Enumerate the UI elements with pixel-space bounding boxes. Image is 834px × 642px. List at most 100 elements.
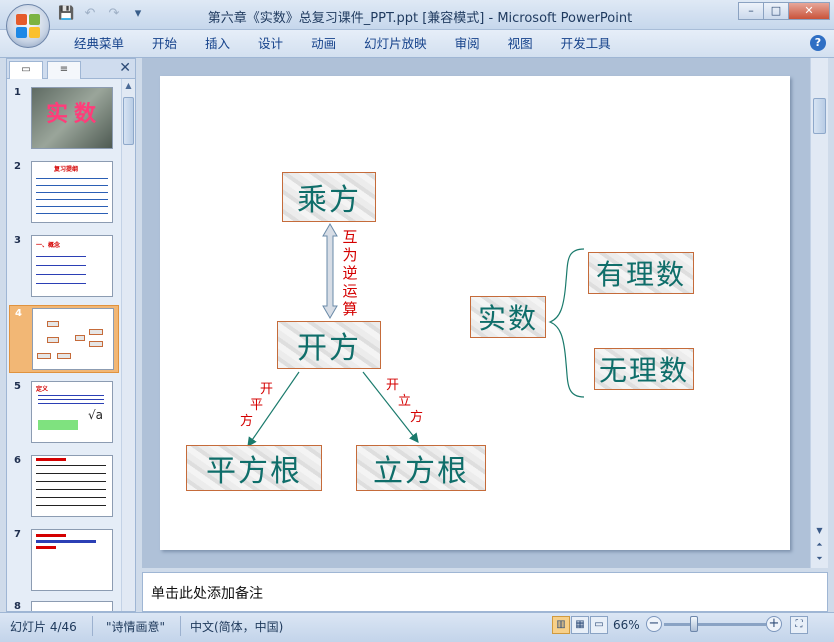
slide-title: 一、概念: [36, 242, 61, 249]
title-bar: 💾 ↶ ↷ ▾ 第六章《实数》总复习课件_PPT.ppt [兼容模式] - Mi…: [0, 0, 834, 48]
node-youlishu[interactable]: 有理数: [588, 252, 694, 294]
brace-icon: [548, 248, 585, 398]
slide-number: 4: [15, 308, 22, 319]
tab-classic-menu[interactable]: 经典菜单: [60, 36, 138, 52]
minimize-button[interactable]: –: [738, 2, 764, 20]
close-button[interactable]: ✕: [788, 2, 830, 20]
relation-char: 运: [342, 282, 358, 300]
slide-thumbnail-1[interactable]: 1 实数: [9, 85, 119, 153]
editor-scrollbar[interactable]: ▼ ⏶ ⏷: [810, 58, 828, 568]
slide-preview: 一、概念: [31, 235, 113, 297]
notes-placeholder: 单击此处添加备注: [151, 586, 263, 602]
fit-window-icon[interactable]: ⛶: [790, 616, 808, 634]
slide-number: 6: [14, 455, 21, 466]
scroll-thumb[interactable]: [813, 98, 826, 134]
slide-preview: 复习提纲: [31, 161, 113, 223]
language-indicator[interactable]: 中文(简体，中国): [190, 618, 283, 635]
zoom-slider-knob[interactable]: [690, 616, 698, 632]
slide-preview: [31, 529, 113, 591]
redo-icon[interactable]: ↷: [106, 6, 122, 22]
notes-pane[interactable]: 单击此处添加备注: [142, 572, 828, 612]
tab-developer[interactable]: 开发工具: [547, 36, 625, 52]
next-slide-icon[interactable]: ⏷: [812, 552, 827, 566]
tab-slide-show[interactable]: 幻灯片放映: [350, 36, 441, 52]
ribbon: 经典菜单 开始 插入 设计 动画 幻灯片放映 审阅 视图 开发工具 ?: [0, 30, 834, 58]
slide-preview: 实数: [31, 87, 113, 149]
slide-number: 7: [14, 529, 21, 540]
slide-number: 5: [14, 381, 21, 392]
slide-thumbnail-7[interactable]: 7: [9, 527, 119, 595]
previous-slide-icon[interactable]: ⏶: [812, 538, 827, 552]
ribbon-tabs: 经典菜单 开始 插入 设计 动画 幻灯片放映 审阅 视图 开发工具: [60, 36, 625, 52]
scroll-up-icon[interactable]: ▲: [122, 79, 135, 93]
relation-char: 互: [342, 228, 358, 246]
node-shishu[interactable]: 实数: [470, 296, 546, 338]
slide-counter: 幻灯片 4/46: [10, 620, 77, 634]
relation-char: 为: [342, 246, 358, 264]
customize-toolbar-icon[interactable]: ▾: [130, 6, 146, 22]
slide-number: 2: [14, 161, 21, 172]
node-chengfang[interactable]: 乘方: [282, 172, 376, 222]
edge-char: 方: [240, 414, 254, 429]
divider: [92, 616, 93, 636]
slide-canvas[interactable]: 乘方 开方 平方根 立方根 实数 有理数 无理数 互 为 逆 运 算 开 平 方…: [160, 76, 790, 550]
slides-pane-scrollbar[interactable]: ▲: [121, 79, 135, 611]
relation-char: 逆: [342, 264, 358, 282]
slide-thumbnail-5[interactable]: 5 定义 √a: [9, 379, 119, 447]
text-lines: [36, 250, 86, 286]
node-wulishu[interactable]: 无理数: [594, 348, 694, 390]
tab-view[interactable]: 视图: [494, 36, 547, 52]
slide-thumbnail-4[interactable]: 4: [9, 305, 119, 373]
quick-access-toolbar: 💾 ↶ ↷ ▾: [58, 6, 146, 22]
slide-title: 实数: [46, 101, 103, 127]
slides-pane: ▭ ≡ ✕ 1 实数 2 复习提纲 3 一、概念 4 5 定义 √a 6 7 8…: [6, 58, 136, 612]
window-title: 第六章《实数》总复习课件_PPT.ppt [兼容模式] - Microsoft …: [207, 11, 633, 26]
slide-number: 1: [14, 87, 21, 98]
pane-tabs: ▭ ≡ ✕: [7, 59, 135, 79]
zoom-out-icon[interactable]: −: [646, 616, 662, 632]
undo-icon[interactable]: ↶: [82, 6, 98, 22]
slide-thumbnail-3[interactable]: 3 一、概念: [9, 233, 119, 301]
node-pingfanggen[interactable]: 平方根: [186, 445, 322, 491]
tab-insert[interactable]: 插入: [191, 36, 244, 52]
tab-design[interactable]: 设计: [244, 36, 297, 52]
slides-tab-icon[interactable]: ▭: [9, 61, 43, 79]
node-lifanggen[interactable]: 立方根: [356, 445, 486, 491]
slide-thumbnail-2[interactable]: 2 复习提纲: [9, 159, 119, 227]
edge-char: 方: [410, 410, 424, 425]
slide-preview: 定义 √a: [31, 381, 113, 443]
outline-tab-icon[interactable]: ≡: [47, 61, 81, 79]
zoom-level[interactable]: 66%: [613, 618, 640, 632]
normal-view-icon[interactable]: ▥: [552, 616, 570, 634]
slide-preview: [32, 308, 114, 370]
office-logo-icon: [16, 14, 40, 38]
office-button[interactable]: [6, 4, 50, 48]
scroll-down-icon[interactable]: ▼: [812, 524, 827, 538]
help-icon[interactable]: ?: [810, 35, 826, 51]
tab-animations[interactable]: 动画: [297, 36, 350, 52]
tab-review[interactable]: 审阅: [441, 36, 494, 52]
double-arrow-icon: [322, 223, 338, 319]
slide-sorter-icon[interactable]: ▦: [571, 616, 589, 634]
close-pane-icon[interactable]: ✕: [119, 60, 131, 76]
save-icon[interactable]: 💾: [58, 6, 74, 22]
slide-thumbnail-6[interactable]: 6: [9, 453, 119, 521]
divider: [180, 616, 181, 636]
slide-number: 3: [14, 235, 21, 246]
node-kaifang[interactable]: 开方: [277, 321, 381, 369]
zoom-slider[interactable]: [664, 623, 766, 626]
slide-thumbnail-8[interactable]: 8: [9, 599, 119, 611]
slide-number: 8: [14, 601, 21, 611]
slide-show-icon[interactable]: ▭: [590, 616, 608, 634]
zoom-in-icon[interactable]: +: [766, 616, 782, 632]
status-bar: 幻灯片 4/46 "诗情画意" 中文(简体，中国) ▥ ▦ ▭ 66% − + …: [0, 612, 834, 642]
slide-preview: [31, 455, 113, 517]
relation-char: 算: [342, 300, 358, 318]
window-controls: – □ ✕: [738, 2, 830, 20]
maximize-button[interactable]: □: [763, 2, 789, 20]
tab-home[interactable]: 开始: [138, 36, 191, 52]
slide-title: 复习提纲: [54, 166, 79, 173]
scroll-thumb[interactable]: [123, 97, 134, 145]
slide-editor: 乘方 开方 平方根 立方根 实数 有理数 无理数 互 为 逆 运 算 开 平 方…: [142, 58, 810, 568]
theme-name: "诗情画意": [106, 620, 166, 634]
